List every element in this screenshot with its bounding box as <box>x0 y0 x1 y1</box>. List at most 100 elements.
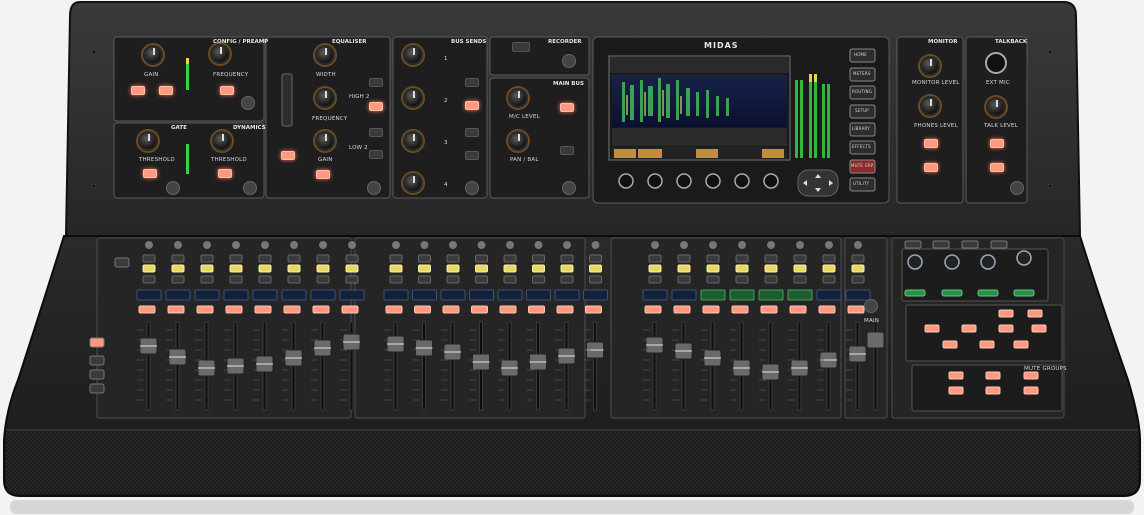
frequency-knob[interactable] <box>210 44 230 64</box>
screen-btn-home[interactable]: HOME <box>854 52 867 57</box>
channel-mute-button-15[interactable] <box>560 275 574 284</box>
channel-encoder-13[interactable] <box>505 240 515 250</box>
user-key-1[interactable] <box>904 289 926 297</box>
channel-lcd-1[interactable] <box>136 289 162 301</box>
right-panel-button-9[interactable] <box>998 309 1014 318</box>
channel-select-button-20[interactable] <box>735 264 749 273</box>
eq-low-button[interactable] <box>369 150 383 159</box>
main-fader[interactable] <box>866 331 885 349</box>
bus-send-button-4[interactable] <box>465 151 479 160</box>
channel-lcd-18[interactable] <box>671 289 697 301</box>
right-top-button-1[interactable] <box>904 240 922 249</box>
right-panel-button-3[interactable] <box>998 324 1014 333</box>
talkback-button-2[interactable] <box>990 163 1004 172</box>
channel-encoder-15[interactable] <box>562 240 572 250</box>
screen-btn-setup[interactable]: SETUP <box>855 108 869 113</box>
channel-lcd-13[interactable] <box>497 289 523 301</box>
channel-solo-button-24[interactable] <box>851 254 865 263</box>
channel-mute-button-13[interactable] <box>503 275 517 284</box>
main-bus-button-2[interactable] <box>560 146 574 155</box>
right-panel-button-10[interactable] <box>948 371 964 380</box>
channel-mute-button-18[interactable] <box>677 275 691 284</box>
gate-threshold-knob[interactable] <box>138 131 158 151</box>
right-panel-button-7[interactable] <box>1013 340 1029 349</box>
pan-bal-knob[interactable] <box>508 131 528 151</box>
channel-mute-button-12[interactable] <box>475 275 488 284</box>
channel-mute-button-24[interactable] <box>851 275 865 284</box>
right-top-button-3[interactable] <box>961 240 979 249</box>
channel-solo-button-9[interactable] <box>389 254 403 263</box>
channel-encoder-7[interactable] <box>318 240 328 250</box>
channel-fader-button-4[interactable] <box>225 305 243 314</box>
channel-solo-button-22[interactable] <box>793 254 807 263</box>
channel-select-button-7[interactable] <box>316 264 330 273</box>
recorder-view-button[interactable] <box>562 54 576 68</box>
right-top-button-2[interactable] <box>932 240 950 249</box>
eq-low2-button[interactable] <box>369 128 383 137</box>
bus-send-button-2[interactable] <box>465 101 479 110</box>
channel-select-button-19[interactable] <box>706 264 720 273</box>
dynamics-button[interactable] <box>218 169 232 178</box>
channel-fader-button-7[interactable] <box>312 305 330 314</box>
dynamics-threshold-knob[interactable] <box>212 131 232 151</box>
channel-lcd-6[interactable] <box>281 289 307 301</box>
channel-mute-button-23[interactable] <box>822 275 836 284</box>
channel-mute-button-21[interactable] <box>764 275 778 284</box>
channel-fader-button-13[interactable] <box>499 305 517 314</box>
channel-encoder-11[interactable] <box>448 240 458 250</box>
user-knob-3[interactable] <box>980 254 996 270</box>
channel-select-button-23[interactable] <box>822 264 836 273</box>
channel-select-button-15[interactable] <box>560 264 574 273</box>
main-select-button[interactable] <box>864 299 878 313</box>
channel-mute-button-4[interactable] <box>229 275 243 284</box>
channel-fader-button-8[interactable] <box>341 305 359 314</box>
channel-lcd-5[interactable] <box>252 289 278 301</box>
gate-view-button[interactable] <box>166 181 180 195</box>
channel-select-button-22[interactable] <box>793 264 807 273</box>
eq-view-button[interactable] <box>367 181 381 195</box>
bus-send-button-3[interactable] <box>465 128 479 137</box>
bus-send-3-knob[interactable] <box>403 131 423 151</box>
channel-fader-button-20[interactable] <box>731 305 749 314</box>
monitor-level-knob[interactable] <box>920 56 940 76</box>
right-panel-button-12[interactable] <box>1023 371 1039 380</box>
channel-encoder-10[interactable] <box>419 240 430 250</box>
channel-select-button-24[interactable] <box>851 264 865 273</box>
channel-solo-button-15[interactable] <box>560 254 574 263</box>
main-bus-button-1[interactable] <box>560 103 574 112</box>
channel-mute-button-1[interactable] <box>142 275 156 284</box>
screen-btn-utility[interactable]: UTILITY <box>853 181 869 186</box>
screen-btn-library[interactable]: LIBRARY <box>852 126 870 131</box>
channel-mute-button-9[interactable] <box>389 275 403 284</box>
channel-fader-button-9[interactable] <box>385 305 403 314</box>
bus-send-view-button[interactable] <box>465 181 479 195</box>
right-panel-button-4[interactable] <box>1031 324 1047 333</box>
channel-solo-button-18[interactable] <box>677 254 691 263</box>
channel-fader-button-11[interactable] <box>442 305 460 314</box>
screen-btn-effects[interactable]: EFFECTS <box>852 144 871 149</box>
channel-fader-button-16[interactable] <box>585 305 602 314</box>
gain-knob[interactable] <box>143 45 163 65</box>
channel-mute-button-7[interactable] <box>316 275 330 284</box>
channel-select-button-14[interactable] <box>532 264 545 273</box>
channel-solo-button-11[interactable] <box>446 254 460 263</box>
channel-mute-button-5[interactable] <box>258 275 272 284</box>
channel-lcd-10[interactable] <box>412 289 437 301</box>
talk-level-knob[interactable] <box>986 97 1006 117</box>
right-panel-button-11[interactable] <box>985 371 1001 380</box>
user-key-2[interactable] <box>941 289 963 297</box>
eq-button[interactable] <box>281 151 295 160</box>
channel-mute-button-11[interactable] <box>446 275 460 284</box>
channel-mute-button-8[interactable] <box>345 275 359 284</box>
left-control-button-2[interactable] <box>89 337 105 348</box>
channel-encoder-8[interactable] <box>347 240 357 250</box>
channel-lcd-15[interactable] <box>554 289 580 301</box>
channel-fader-button-22[interactable] <box>789 305 807 314</box>
screen-btn-meters[interactable]: METERS <box>853 71 870 76</box>
channel-select-button-12[interactable] <box>475 264 488 273</box>
channel-lcd-11[interactable] <box>440 289 466 301</box>
mlc-level-knob[interactable] <box>508 88 528 108</box>
channel-lcd-3[interactable] <box>194 289 220 301</box>
channel-select-button-2[interactable] <box>171 264 185 273</box>
channel-solo-button-5[interactable] <box>258 254 272 263</box>
